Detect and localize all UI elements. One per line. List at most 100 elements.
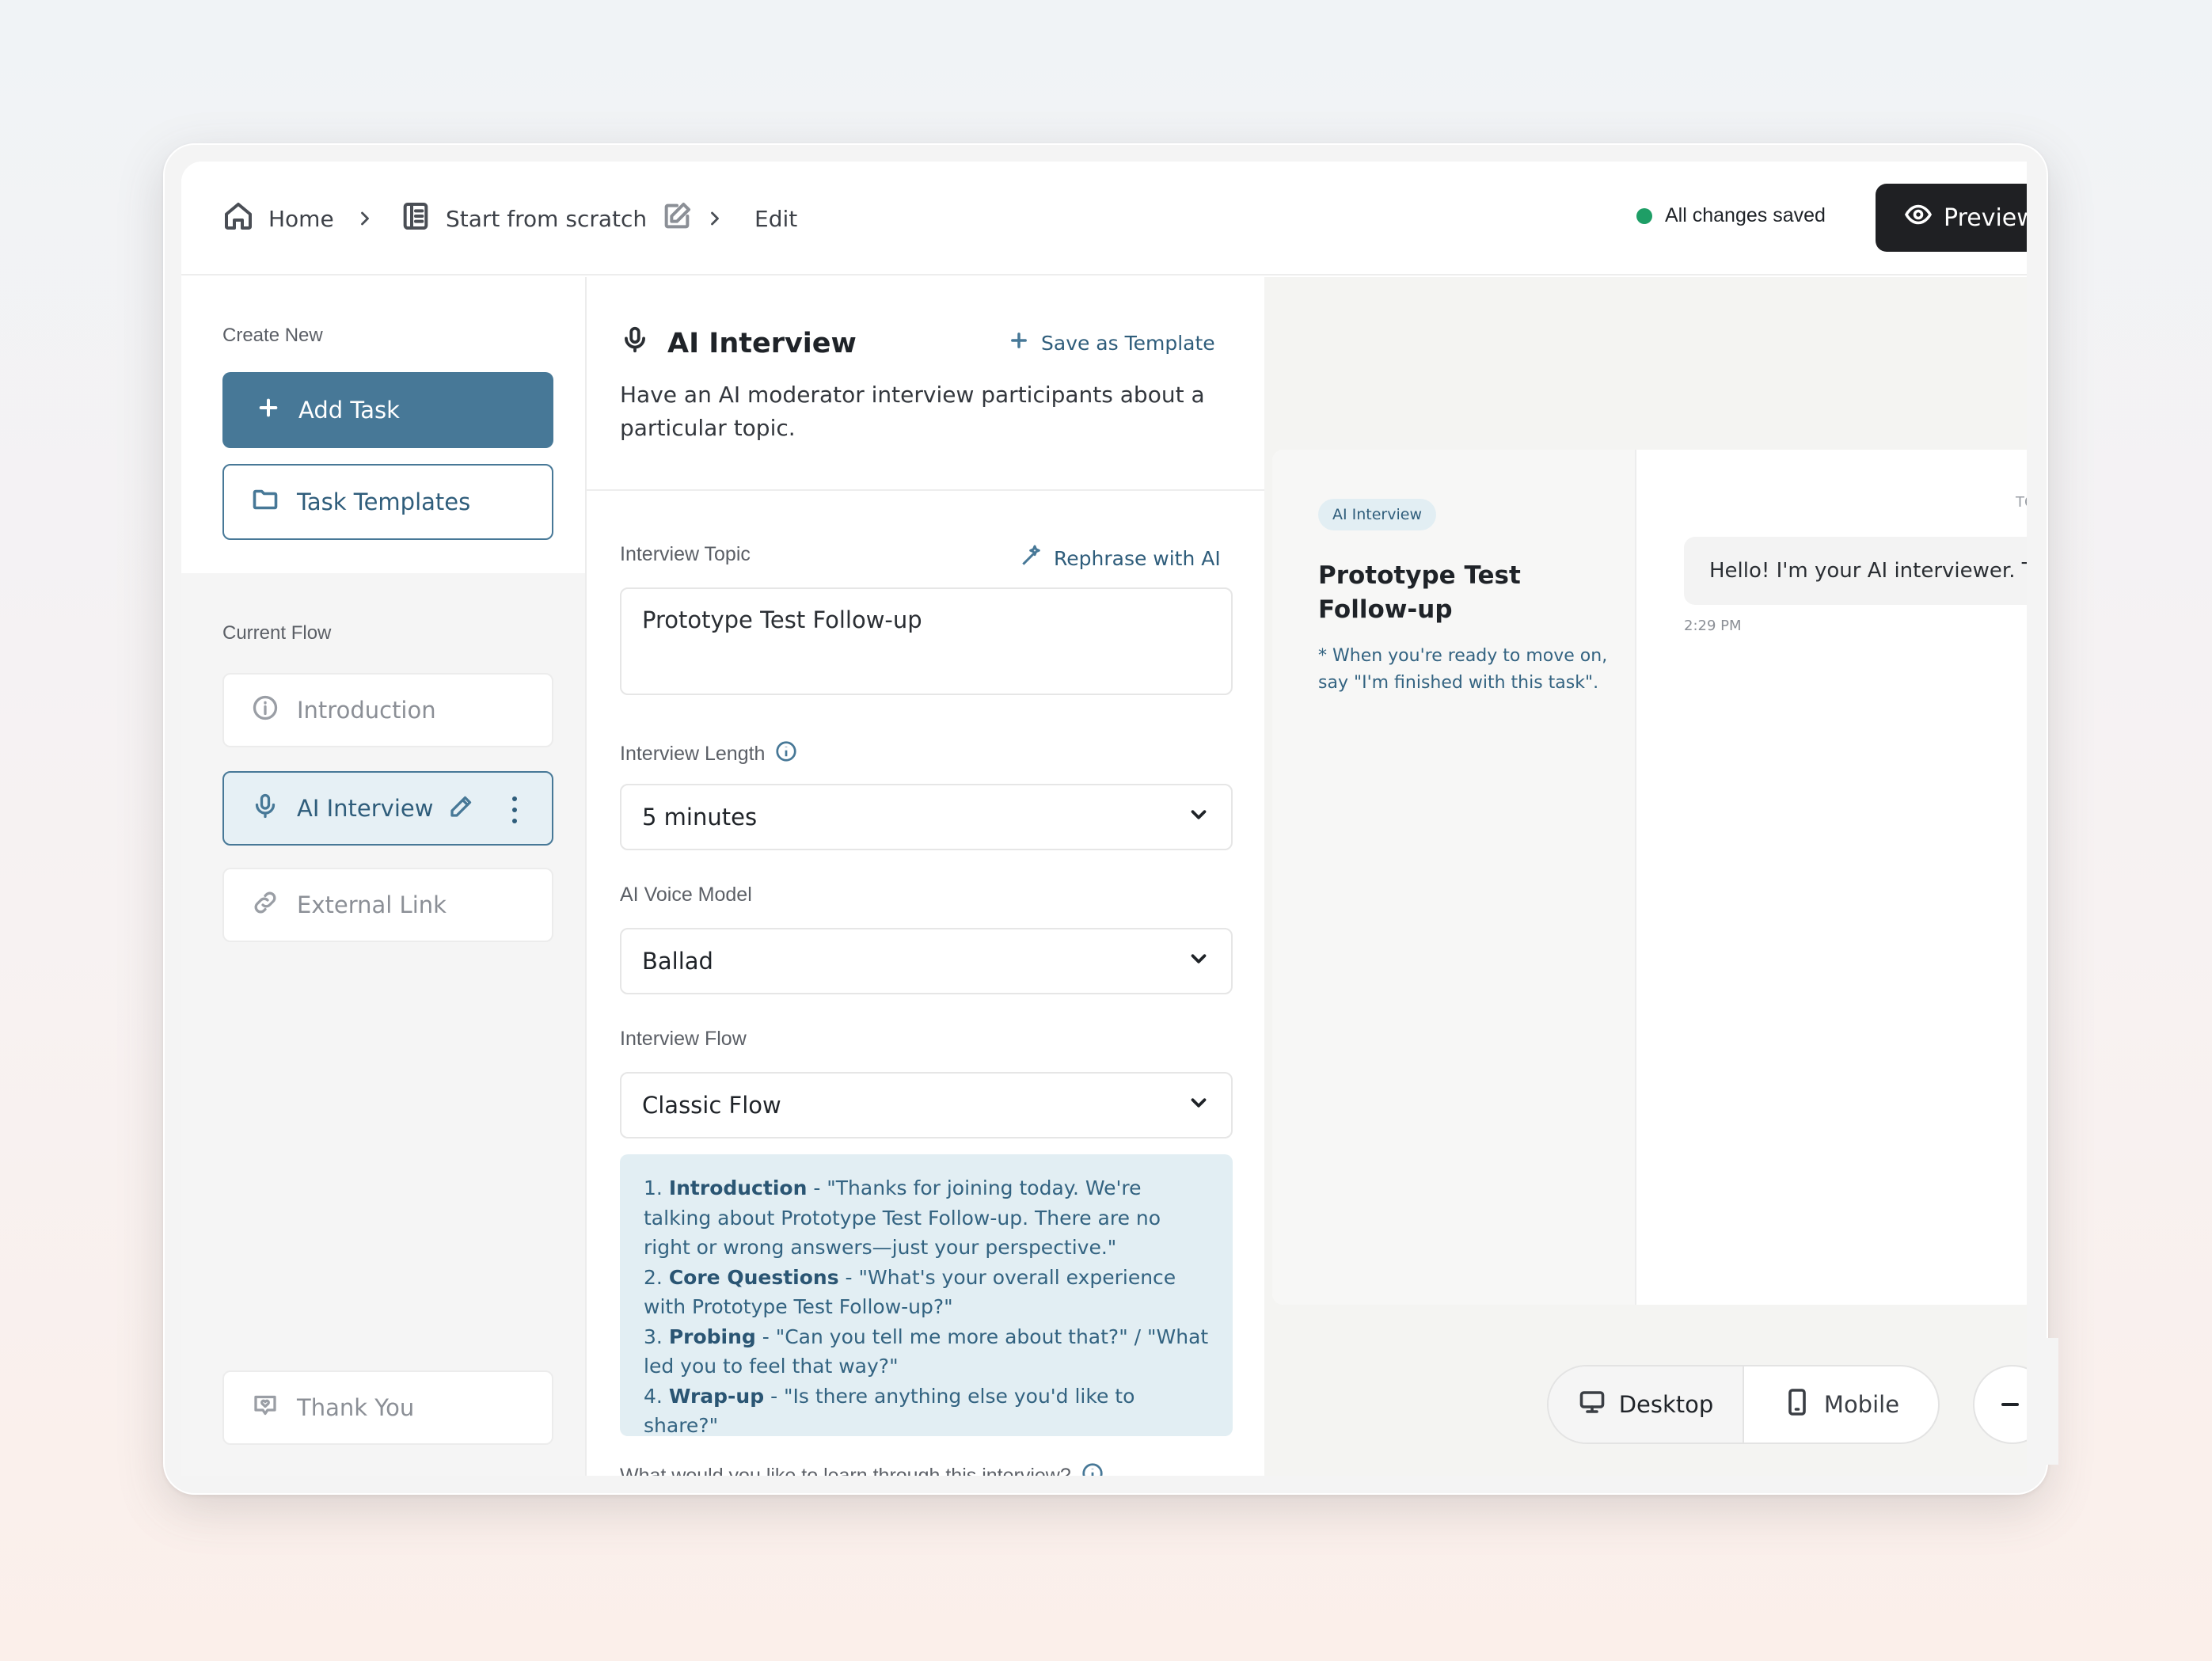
chevron-down-icon xyxy=(1187,803,1211,832)
link-icon xyxy=(251,888,279,922)
ai-voice-model-label: AI Voice Model xyxy=(620,884,752,907)
add-task-label: Add Task xyxy=(298,397,400,424)
flow-item-introduction[interactable]: Introduction xyxy=(222,673,553,747)
flow-step-name: Probing xyxy=(668,1325,756,1348)
interview-flow-label-text: Interview Flow xyxy=(620,1028,747,1050)
preview-card: AI Interview Prototype Test Follow-up * … xyxy=(1272,450,2027,1305)
device-toggle: Desktop Mobile xyxy=(1547,1365,1940,1444)
editor-title-label: AI Interview xyxy=(667,327,857,359)
flow-item-label: Introduction xyxy=(297,697,436,724)
interview-flow-select[interactable]: Classic Flow xyxy=(620,1072,1233,1138)
desktop-label: Desktop xyxy=(1618,1391,1714,1418)
flow-step-number: 4. xyxy=(644,1384,663,1408)
flow-step: 4. Wrap-up - "Is there anything else you… xyxy=(644,1382,1209,1441)
desktop-view-button[interactable]: Desktop xyxy=(1549,1366,1744,1442)
heart-message-icon xyxy=(251,1391,279,1425)
ai-voice-model-value: Ballad xyxy=(642,948,713,975)
interview-topic-label: Interview Topic xyxy=(620,543,751,566)
breadcrumb-home-label: Home xyxy=(268,205,334,232)
frame-edge xyxy=(2027,1338,2058,1465)
smartphone-icon xyxy=(1783,1388,1811,1422)
breadcrumb-project[interactable]: Start from scratch xyxy=(400,200,693,238)
interview-length-label: Interview Length xyxy=(620,739,798,769)
task-editor: AI Interview Save as Template Have an AI… xyxy=(587,277,1264,1476)
folder-icon xyxy=(251,485,279,519)
rephrase-label: Rephrase with AI xyxy=(1054,546,1221,570)
sparkle-wand-icon xyxy=(1019,543,1044,573)
home-icon xyxy=(222,200,254,238)
preview-panel: AI Interview Prototype Test Follow-up * … xyxy=(1264,277,2027,1476)
chevron-down-icon xyxy=(1187,1091,1211,1120)
flow-item-label: Thank You xyxy=(297,1394,415,1421)
create-section: Create New Add Task Task Templates xyxy=(181,277,585,573)
flow-step-number: 2. xyxy=(644,1265,663,1289)
flow-step-number: 1. xyxy=(644,1176,663,1199)
flow-step-name: Wrap-up xyxy=(668,1384,765,1408)
chevron-down-icon xyxy=(1187,947,1211,976)
message-timestamp: 2:29 PM xyxy=(1684,618,1742,634)
learn-goal-label: What would you like to learn through thi… xyxy=(620,1461,1104,1476)
monitor-icon xyxy=(1578,1388,1606,1422)
flow-step: 1. Introduction - "Thanks for joining to… xyxy=(644,1173,1209,1263)
eye-icon xyxy=(1904,200,1933,235)
chevron-right-icon xyxy=(704,200,726,238)
task-templates-label: Task Templates xyxy=(297,488,471,515)
edit-icon[interactable] xyxy=(661,200,693,238)
chevron-right-icon xyxy=(354,200,376,238)
add-task-button[interactable]: Add Task xyxy=(222,372,553,448)
editor-title: AI Interview xyxy=(620,325,857,362)
breadcrumb-current-label: Edit xyxy=(754,205,798,232)
flow-step-name: Introduction xyxy=(668,1176,808,1199)
mobile-label: Mobile xyxy=(1823,1391,1900,1418)
interview-flow-label: Interview Flow xyxy=(620,1028,747,1051)
info-icon xyxy=(251,694,279,728)
more-vertical-icon[interactable] xyxy=(511,796,519,823)
flow-item-external-link[interactable]: External Link xyxy=(222,868,553,942)
flow-step-number: 3. xyxy=(644,1325,663,1348)
flow-item-ai-interview[interactable]: AI Interview xyxy=(222,771,553,846)
pencil-icon[interactable] xyxy=(447,792,476,826)
app-window: Home Start from scratch Edit All changes… xyxy=(181,162,2027,1476)
task-type-badge: AI Interview xyxy=(1318,499,1436,530)
create-new-label: Create New xyxy=(222,325,323,346)
ai-voice-model-label-text: AI Voice Model xyxy=(620,884,752,906)
interview-flow-description: 1. Introduction - "Thanks for joining to… xyxy=(620,1154,1233,1437)
preview-task-note: * When you're ready to move on, say "I'm… xyxy=(1318,646,1608,693)
interview-length-select[interactable]: 5 minutes xyxy=(620,784,1233,850)
save-status: All changes saved xyxy=(1636,204,1826,227)
preview-task-title: Prototype Test Follow-up xyxy=(1318,561,1521,624)
plus-icon xyxy=(256,395,281,426)
preview-button-label: Preview xyxy=(1944,203,2027,232)
interview-length-value: 5 minutes xyxy=(642,804,758,830)
save-as-template-label: Save as Template xyxy=(1041,331,1215,355)
flow-item-label: AI Interview xyxy=(297,795,434,822)
top-bar: Home Start from scratch Edit All changes… xyxy=(181,162,2027,276)
breadcrumb-home[interactable]: Home xyxy=(222,200,334,238)
minus-icon xyxy=(2001,1403,2019,1406)
save-as-template-button[interactable]: Save as Template xyxy=(1008,329,1215,356)
info-icon[interactable] xyxy=(774,739,798,769)
ai-message-bubble: Hello! I'm your AI interviewer. Tha xyxy=(1684,537,2027,605)
ai-voice-model-select[interactable]: Ballad xyxy=(620,928,1233,994)
document-icon xyxy=(400,200,431,238)
transcript-label: TO xyxy=(2016,494,2027,511)
interview-topic-label-text: Interview Topic xyxy=(620,543,751,565)
microphone-icon xyxy=(251,792,279,826)
preview-task-panel: AI Interview Prototype Test Follow-up * … xyxy=(1272,450,1636,1305)
plus-icon xyxy=(1008,329,1030,356)
interview-topic-input[interactable]: Prototype Test Follow-up xyxy=(620,587,1233,695)
flow-step: 3. Probing - "Can you tell me more about… xyxy=(644,1322,1209,1382)
preview-button[interactable]: Preview xyxy=(1876,184,2027,252)
flow-step-name: Core Questions xyxy=(668,1265,839,1289)
current-flow-label: Current Flow xyxy=(222,622,332,644)
interview-flow-value: Classic Flow xyxy=(642,1092,781,1119)
save-status-label: All changes saved xyxy=(1665,204,1826,226)
flow-item-thank-you[interactable]: Thank You xyxy=(222,1370,553,1445)
editor-description: Have an AI moderator interview participa… xyxy=(620,382,1205,441)
learn-goal-label-text: What would you like to learn through thi… xyxy=(620,1465,1071,1476)
rephrase-with-ai-button[interactable]: Rephrase with AI xyxy=(1019,543,1221,573)
task-templates-button[interactable]: Task Templates xyxy=(222,464,553,540)
flow-step: 2. Core Questions - "What's your overall… xyxy=(644,1263,1209,1322)
info-icon[interactable] xyxy=(1081,1461,1104,1476)
mobile-view-button[interactable]: Mobile xyxy=(1744,1366,1938,1442)
